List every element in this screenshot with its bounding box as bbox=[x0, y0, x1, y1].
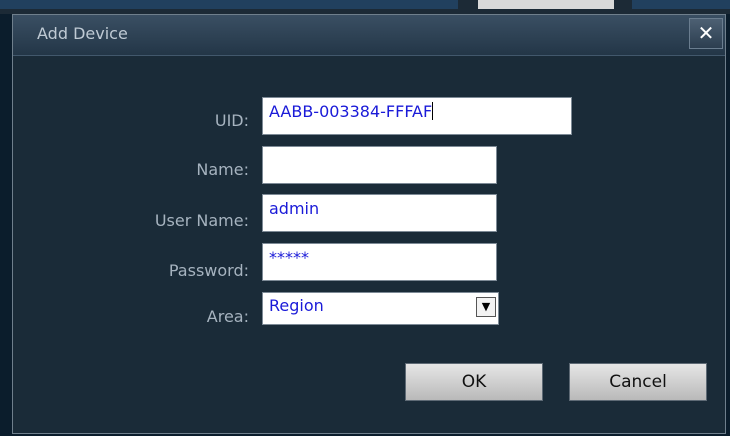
password-value: ***** bbox=[269, 248, 309, 267]
chevron-down-icon[interactable]: ▼ bbox=[476, 297, 496, 317]
uid-label: UID: bbox=[214, 111, 249, 130]
name-field[interactable] bbox=[262, 146, 497, 184]
parent-toolbar-right bbox=[632, 0, 730, 9]
password-label: Password: bbox=[168, 261, 249, 280]
uid-field[interactable]: AABB-003384-FFFAF bbox=[262, 97, 572, 135]
add-device-dialog: Add Device ✕ UID: AABB-003384-FFFAF Name… bbox=[12, 14, 726, 434]
password-field[interactable]: ***** bbox=[262, 243, 497, 281]
parent-toolbar-button bbox=[478, 0, 614, 9]
dialog-title: Add Device bbox=[37, 24, 128, 43]
parent-toolbar-left bbox=[0, 0, 458, 9]
area-value: Region bbox=[269, 296, 324, 315]
dialog-titlebar[interactable]: Add Device ✕ bbox=[13, 15, 725, 56]
area-select[interactable]: Region ▼ bbox=[262, 292, 499, 325]
text-caret bbox=[432, 102, 434, 120]
name-label: Name: bbox=[196, 160, 249, 179]
parent-window-strip bbox=[0, 0, 730, 14]
user-name-label: User Name: bbox=[154, 211, 249, 230]
close-button[interactable]: ✕ bbox=[689, 18, 723, 49]
user-name-value: admin bbox=[269, 199, 320, 218]
cancel-button[interactable]: Cancel bbox=[569, 363, 707, 401]
user-name-field[interactable]: admin bbox=[262, 194, 497, 232]
area-label: Area: bbox=[206, 307, 249, 326]
uid-value: AABB-003384-FFFAF bbox=[269, 102, 433, 121]
close-icon: ✕ bbox=[697, 21, 715, 45]
ok-button[interactable]: OK bbox=[405, 363, 543, 401]
